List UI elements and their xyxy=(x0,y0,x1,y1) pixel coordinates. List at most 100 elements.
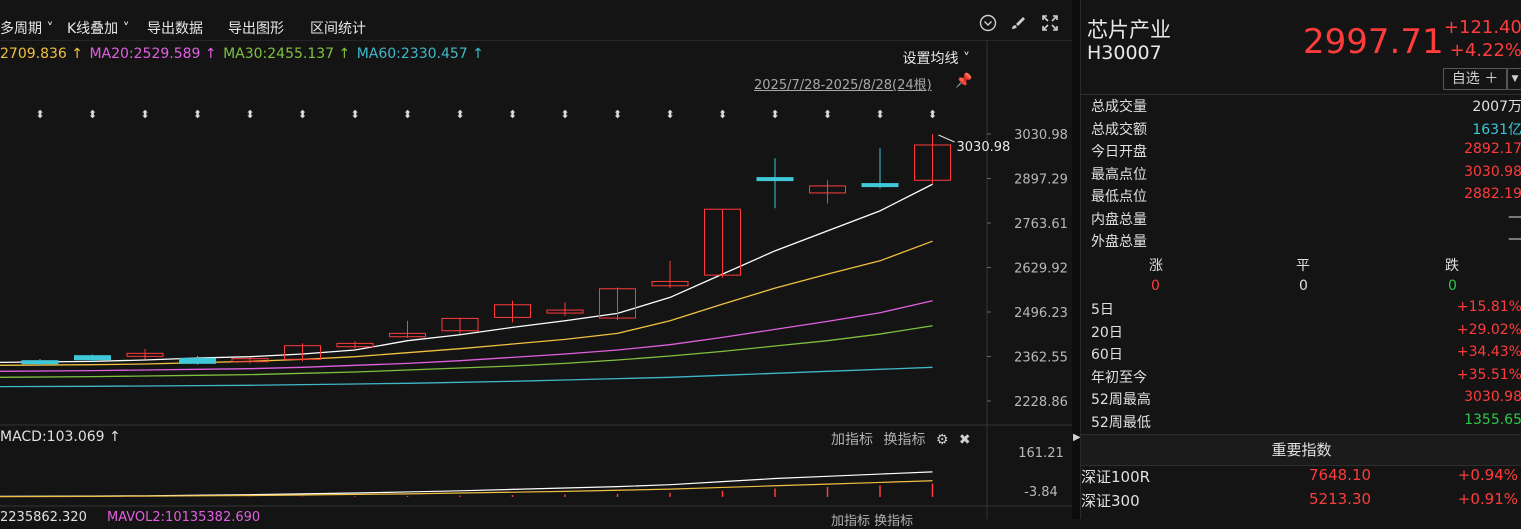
watchlist-dropdown-icon[interactable]: ▼ xyxy=(1507,68,1521,90)
period-row: 20日 +29.02% xyxy=(1091,322,1521,344)
stat-label: 最高点位 xyxy=(1091,166,1147,183)
period-label: 52周最高 xyxy=(1091,392,1151,408)
candle-body xyxy=(179,357,216,364)
stat-value: 2007万 xyxy=(1472,99,1521,115)
macd-dea-line xyxy=(0,480,933,498)
stat-label: 最低点位 xyxy=(1091,189,1147,205)
price-axis-label: 2228.86 xyxy=(1014,395,1068,410)
event-marker-icon: ⬍ xyxy=(298,108,307,121)
event-marker-icon: ⬍ xyxy=(560,108,569,121)
period-value: 1355.65 xyxy=(1464,411,1521,428)
close-icon[interactable]: ✖ xyxy=(959,432,971,448)
vol-add-indicator-button[interactable]: 加指标 xyxy=(831,514,870,529)
ma5-line xyxy=(0,183,933,363)
period-value: 3030.98 xyxy=(1464,389,1521,405)
change-value: +121.40 xyxy=(1443,17,1521,38)
period-row: 5日 +15.81% xyxy=(1091,299,1521,321)
up-label: 涨 xyxy=(1149,258,1163,274)
event-marker-icon: ⬍ xyxy=(508,108,517,121)
stat-row: 总成交额 1631亿 xyxy=(1091,119,1521,141)
macd-axis-top: 161.21 xyxy=(1018,446,1064,461)
macd-label: MACD:103.069 ↑ xyxy=(0,429,121,445)
stat-row: 今日开盘 2892.17 xyxy=(1091,141,1521,163)
index-name: 芯片产业 xyxy=(1087,18,1171,42)
price-axis-label: 3030.98 xyxy=(1014,128,1068,143)
stat-value: 2892.17 xyxy=(1464,141,1521,157)
stat-label: 内盘总量 xyxy=(1091,211,1147,228)
macd-tools: 加指标 换指标 ⚙ ✖ xyxy=(831,429,977,449)
event-marker-icon: ⬍ xyxy=(35,108,44,121)
candle-body xyxy=(756,177,794,182)
period-value: +35.51% xyxy=(1456,366,1521,383)
event-marker-icon: ⬍ xyxy=(245,108,254,121)
period-label: 5日 xyxy=(1091,302,1114,318)
stat-row: 最高点位 3030.98 xyxy=(1091,164,1521,186)
event-marker-icon: ⬍ xyxy=(823,108,832,121)
index-row[interactable]: 深证300 5213.30 +0.91% xyxy=(1081,490,1521,514)
high-marker-label: 3030.98 xyxy=(957,140,1011,155)
stat-label: 外盘总量 xyxy=(1091,234,1147,250)
candle-body xyxy=(21,360,59,365)
current-price: 2997.71 xyxy=(1303,22,1444,62)
event-marker-icon: ⬍ xyxy=(350,108,359,121)
stat-label: 总成交量 xyxy=(1091,99,1147,115)
index-row-pct: +0.94% xyxy=(1457,466,1518,484)
macd-axis-bottom: -3.84 xyxy=(1024,485,1058,500)
index-code: H30007 xyxy=(1087,42,1162,64)
stat-label: 今日开盘 xyxy=(1091,144,1147,160)
index-row[interactable]: 深证100R 7648.10 +0.94% xyxy=(1081,466,1521,490)
price-axis-label: 2763.61 xyxy=(1014,217,1068,232)
flat-label: 平 xyxy=(1296,258,1310,274)
candle-body xyxy=(74,355,111,361)
event-marker-icon: ⬍ xyxy=(403,108,412,121)
event-marker-icon: ⬍ xyxy=(770,108,779,121)
index-row-pct: +0.91% xyxy=(1457,490,1518,508)
period-label: 年初至今 xyxy=(1091,369,1147,386)
period-row: 年初至今 +35.51% xyxy=(1091,367,1521,389)
up-count: 0 xyxy=(1151,278,1160,294)
vol-change-indicator-button[interactable]: 换指标 xyxy=(874,514,913,529)
index-row-name: 深证100R xyxy=(1081,468,1151,486)
change-indicator-button[interactable]: 换指标 xyxy=(883,432,925,448)
stat-value: 2882.19 xyxy=(1464,186,1521,202)
event-marker-icon: ⬍ xyxy=(88,108,97,121)
stat-value: 1631亿 xyxy=(1472,121,1521,138)
stat-row: 总成交量 2007万 xyxy=(1091,96,1521,118)
event-marker-icon: ⬍ xyxy=(875,108,884,121)
price-change: +121.40 +4.22% xyxy=(1444,16,1521,62)
gear-icon[interactable]: ⚙ xyxy=(936,432,949,448)
quote-panel: 芯片产业 H30007 2997.71 +121.40 +4.22% 自选 ＋ … xyxy=(1080,0,1521,519)
important-index-header[interactable]: 重要指数 xyxy=(1081,434,1521,466)
add-indicator-button[interactable]: 加指标 xyxy=(831,432,873,448)
stat-row: 内盘总量 — xyxy=(1091,209,1521,231)
vol-tools: 加指标 换指标 xyxy=(831,510,913,529)
period-value: +15.81% xyxy=(1456,299,1521,315)
event-marker-icon: ⬍ xyxy=(613,108,622,121)
add-watchlist-button[interactable]: 自选 ＋ xyxy=(1443,68,1507,90)
event-marker-icon: ⬍ xyxy=(455,108,464,121)
period-value: +34.43% xyxy=(1456,344,1521,360)
down-count: 0 xyxy=(1448,278,1457,294)
flat-count: 0 xyxy=(1299,278,1308,294)
stat-value: — xyxy=(1508,231,1521,247)
period-value: +29.02% xyxy=(1456,321,1521,338)
period-label: 60日 xyxy=(1091,347,1123,363)
period-label: 20日 xyxy=(1091,324,1123,341)
candle-body xyxy=(861,183,899,188)
mavol-value: MAVOL2:10135382.690 xyxy=(106,510,261,525)
chart-panel[interactable]: 多周期 ˅ K线叠加 ˅ 导出数据 导出图形 区间统计 2709.836 ↑ M… xyxy=(0,0,1072,529)
index-row-value: 7648.10 xyxy=(1309,466,1372,484)
price-axis-label: 2496.23 xyxy=(1014,306,1068,321)
event-marker-icon: ⬍ xyxy=(140,108,149,121)
event-marker-icon: ⬍ xyxy=(193,108,202,121)
vol-label: 2235862.320 MAVOL2:10135382.690 xyxy=(0,510,260,525)
stat-row: 最低点位 2882.19 xyxy=(1091,186,1521,208)
period-row: 60日 +34.43% xyxy=(1091,344,1521,366)
stat-label: 总成交额 xyxy=(1091,121,1147,138)
index-row-name: 深证300 xyxy=(1081,492,1140,510)
event-marker-icon: ⬍ xyxy=(665,108,674,121)
price-axis-label: 2629.92 xyxy=(1014,262,1068,277)
change-percent: +4.22% xyxy=(1449,40,1521,61)
high-marker-line xyxy=(938,134,955,143)
index-row-value: 5213.30 xyxy=(1309,490,1372,508)
